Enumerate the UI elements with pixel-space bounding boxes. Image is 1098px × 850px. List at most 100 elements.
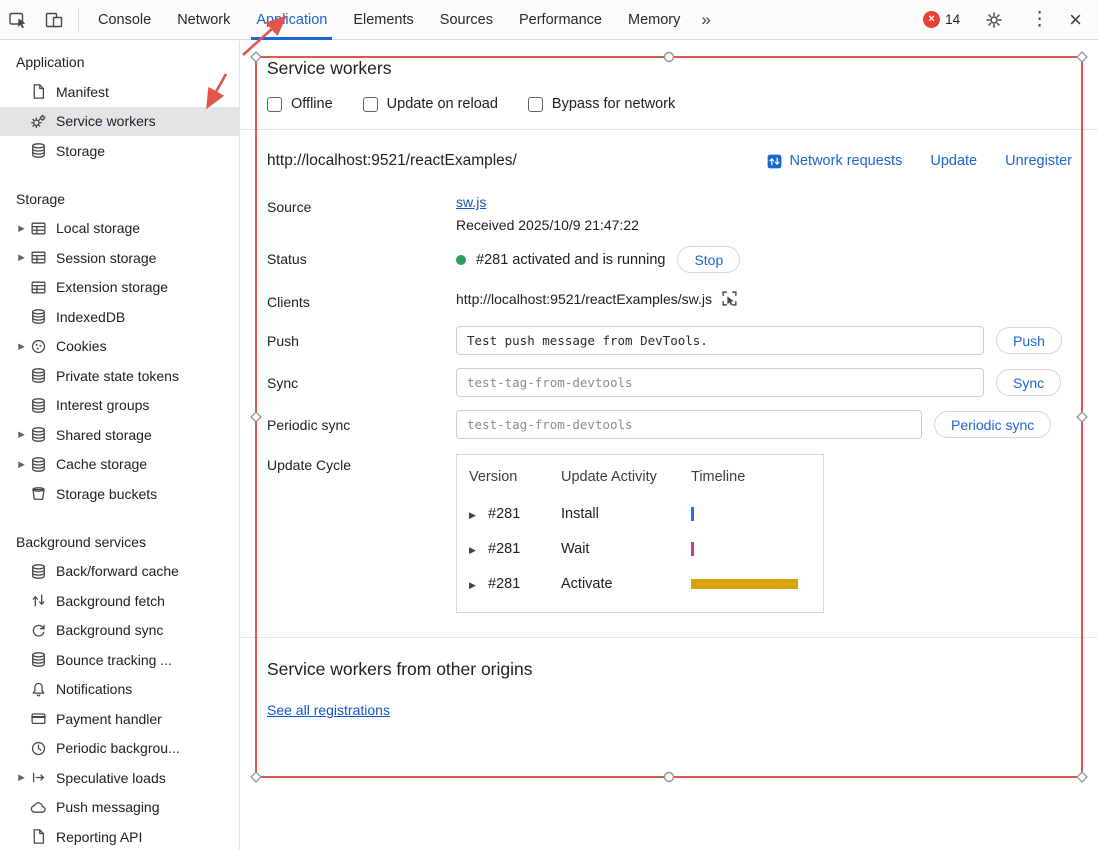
bypass-for-network-checkbox[interactable]: Bypass for network xyxy=(528,96,675,112)
sync-button[interactable]: Sync xyxy=(996,369,1061,396)
tab-elements[interactable]: Elements xyxy=(340,0,426,40)
application-sidebar: Application Manifest Service workers Sto… xyxy=(0,41,240,850)
sidebar-item-storage[interactable]: Storage xyxy=(0,136,239,166)
clock-icon xyxy=(30,740,47,757)
update-cycle-row-activate: #281 Activate xyxy=(457,567,823,602)
push-button[interactable]: Push xyxy=(996,327,1062,354)
update-cycle-row-wait: #281 Wait xyxy=(457,532,823,567)
fetch-icon xyxy=(30,592,47,609)
devtools-window: Console Network Application Elements Sou… xyxy=(0,0,1098,850)
cloud-icon xyxy=(30,799,47,816)
status-text: #281 activated and is running xyxy=(476,252,665,268)
expander-icon[interactable] xyxy=(13,341,30,352)
database-icon xyxy=(30,367,47,384)
expander-icon[interactable] xyxy=(13,252,30,263)
service-workers-panel: Service workers Offline Update on reload… xyxy=(241,41,1098,850)
update-link[interactable]: Update xyxy=(930,153,977,169)
source-file-link[interactable]: sw.js xyxy=(456,194,486,210)
expander-icon[interactable] xyxy=(469,576,488,592)
sidebar-item-private-state-tokens[interactable]: Private state tokens xyxy=(0,361,239,391)
sidebar-item-cookies[interactable]: Cookies xyxy=(0,332,239,362)
offline-checkbox[interactable]: Offline xyxy=(267,96,333,112)
source-received: Received 2025/10/9 21:47:22 xyxy=(456,217,1072,233)
devtools-toolbar: Console Network Application Elements Sou… xyxy=(0,0,1098,40)
registration-section: http://localhost:9521/reactExamples/ Net… xyxy=(241,130,1098,637)
sidebar-item-storage-buckets[interactable]: Storage buckets xyxy=(0,479,239,509)
device-toolbar-icon[interactable] xyxy=(38,8,70,32)
sidebar-item-extension-storage[interactable]: Extension storage xyxy=(0,273,239,303)
sidebar-item-background-sync[interactable]: Background sync xyxy=(0,616,239,646)
sidebar-item-periodic-background-sync[interactable]: Periodic backgrou... xyxy=(0,734,239,764)
timeline-bar-install xyxy=(691,507,694,521)
stop-button[interactable]: Stop xyxy=(677,246,740,273)
sidebar-item-service-workers[interactable]: Service workers xyxy=(0,107,239,137)
cookie-icon xyxy=(30,338,47,355)
error-count: 14 xyxy=(945,12,960,27)
expander-icon[interactable] xyxy=(13,223,30,234)
source-label: Source xyxy=(267,194,456,215)
sidebar-item-cache-storage[interactable]: Cache storage xyxy=(0,450,239,480)
sidebar-item-payment-handler[interactable]: Payment handler xyxy=(0,704,239,734)
inspect-element-icon[interactable] xyxy=(2,8,34,32)
network-requests-link[interactable]: Network requests xyxy=(766,153,903,170)
sidebar-item-local-storage[interactable]: Local storage xyxy=(0,214,239,244)
sidebar-item-back-forward-cache[interactable]: Back/forward cache xyxy=(0,557,239,587)
bucket-icon xyxy=(30,485,47,502)
sidebar-item-interest-groups[interactable]: Interest groups xyxy=(0,391,239,421)
status-running-dot xyxy=(456,255,466,265)
more-tabs-button[interactable]: » xyxy=(693,0,718,40)
sidebar-item-reporting-api[interactable]: Reporting API xyxy=(0,822,239,850)
more-options-icon[interactable]: ⋮ xyxy=(1028,10,1051,29)
bell-icon xyxy=(30,681,47,698)
push-message-input[interactable] xyxy=(456,326,984,355)
checkbox-icon[interactable] xyxy=(528,97,543,112)
periodic-sync-tag-input[interactable] xyxy=(456,410,922,439)
sidebar-item-shared-storage[interactable]: Shared storage xyxy=(0,420,239,450)
status-label: Status xyxy=(267,246,456,267)
error-icon: × xyxy=(923,11,940,28)
console-error-badge[interactable]: × 14 xyxy=(923,11,960,28)
service-workers-icon xyxy=(30,113,47,130)
sync-icon xyxy=(30,622,47,639)
tab-application[interactable]: Application xyxy=(243,0,340,40)
tab-memory[interactable]: Memory xyxy=(615,0,693,40)
expander-icon[interactable] xyxy=(469,506,488,522)
sync-label: Sync xyxy=(267,368,456,391)
tab-sources[interactable]: Sources xyxy=(427,0,506,40)
sidebar-item-speculative-loads[interactable]: Speculative loads xyxy=(0,763,239,793)
focus-client-icon[interactable] xyxy=(721,290,738,307)
sidebar-section-storage: Storage xyxy=(0,178,239,214)
expander-icon[interactable] xyxy=(13,459,30,470)
sidebar-item-session-storage[interactable]: Session storage xyxy=(0,243,239,273)
see-all-registrations-link[interactable]: See all registrations xyxy=(267,702,390,718)
file-icon xyxy=(30,828,47,845)
unregister-link[interactable]: Unregister xyxy=(1005,153,1072,169)
sidebar-section-background-services: Background services xyxy=(0,521,239,557)
sidebar-item-bounce-tracking[interactable]: Bounce tracking ... xyxy=(0,645,239,675)
tab-console[interactable]: Console xyxy=(85,0,164,40)
update-on-reload-checkbox[interactable]: Update on reload xyxy=(363,96,498,112)
expander-icon[interactable] xyxy=(13,772,30,783)
periodic-sync-label: Periodic sync xyxy=(267,410,456,433)
tab-performance[interactable]: Performance xyxy=(506,0,615,40)
expander-icon[interactable] xyxy=(469,541,488,557)
table-icon xyxy=(30,279,47,296)
sidebar-item-notifications[interactable]: Notifications xyxy=(0,675,239,705)
timeline-bar-wait xyxy=(691,542,694,556)
card-icon xyxy=(30,710,47,727)
sidebar-item-push-messaging[interactable]: Push messaging xyxy=(0,793,239,823)
speculative-loads-icon xyxy=(30,769,47,786)
sidebar-item-manifest[interactable]: Manifest xyxy=(0,77,239,107)
close-devtools-icon[interactable]: × xyxy=(1067,9,1084,31)
sidebar-item-indexeddb[interactable]: IndexedDB xyxy=(0,302,239,332)
tab-network[interactable]: Network xyxy=(164,0,243,40)
sync-tag-input[interactable] xyxy=(456,368,984,397)
expander-icon[interactable] xyxy=(13,429,30,440)
settings-gear-icon[interactable] xyxy=(978,8,1010,32)
periodic-sync-button[interactable]: Periodic sync xyxy=(934,411,1051,438)
checkbox-icon[interactable] xyxy=(363,97,378,112)
database-icon xyxy=(30,397,47,414)
checkbox-icon[interactable] xyxy=(267,97,282,112)
sidebar-item-background-fetch[interactable]: Background fetch xyxy=(0,586,239,616)
toolbar-divider xyxy=(78,9,79,31)
